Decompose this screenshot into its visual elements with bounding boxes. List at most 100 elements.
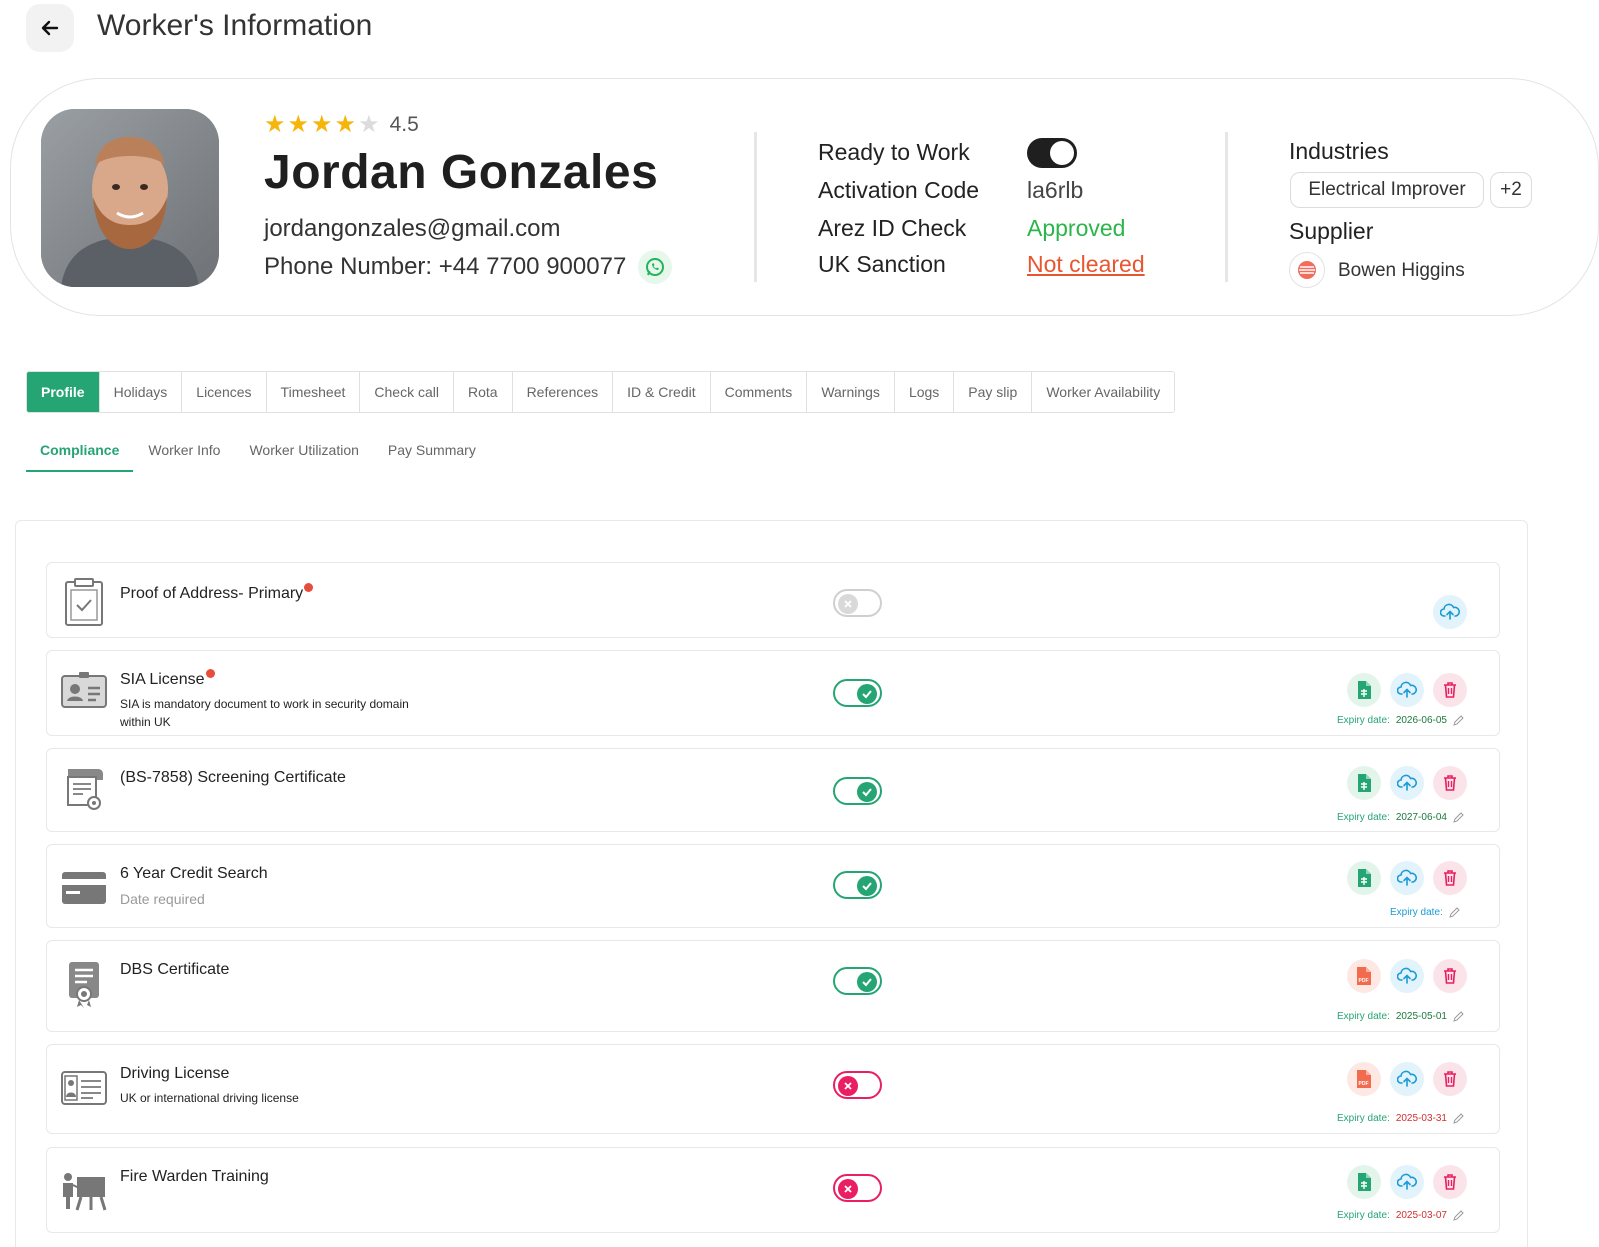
upload-cloud-icon xyxy=(1397,774,1417,791)
upload-button[interactable] xyxy=(1390,1062,1424,1096)
delete-button[interactable] xyxy=(1433,959,1467,993)
expiry-date: Expiry date: xyxy=(1390,907,1460,918)
expiry-value: 2025-03-31 xyxy=(1395,1113,1447,1124)
delete-button[interactable] xyxy=(1433,1165,1467,1199)
tab-profile[interactable]: Profile xyxy=(27,372,100,412)
view-document-button[interactable] xyxy=(1347,673,1381,707)
expiry-date: Expiry date: 2025-03-07 xyxy=(1337,1210,1464,1221)
upload-button[interactable] xyxy=(1390,766,1424,800)
document-icon xyxy=(1358,681,1371,699)
back-button[interactable] xyxy=(26,4,74,52)
whatsapp-button[interactable] xyxy=(638,250,673,284)
upload-button[interactable] xyxy=(1390,959,1424,993)
id-check-value: Approved xyxy=(1027,215,1126,241)
doc-title: (BS-7858) Screening Certificate xyxy=(120,769,346,786)
upload-cloud-icon xyxy=(1397,869,1417,886)
tab-worker-availability[interactable]: Worker Availability xyxy=(1032,372,1175,412)
tab-holidays[interactable]: Holidays xyxy=(99,372,183,412)
upload-button[interactable] xyxy=(1390,861,1424,895)
doc-title-text: SIA License xyxy=(120,671,205,688)
compliance-row: SIA License SIA is mandatory document to… xyxy=(46,650,1500,736)
worker-photo xyxy=(41,109,219,287)
trash-icon xyxy=(1444,1174,1456,1190)
upload-button[interactable] xyxy=(1390,673,1424,707)
page-title: Worker's Information xyxy=(97,9,373,42)
whatsapp-icon xyxy=(646,258,665,276)
edit-pencil-icon[interactable] xyxy=(1453,1113,1464,1124)
id-card-icon xyxy=(61,667,107,713)
delete-button[interactable] xyxy=(1433,1062,1467,1096)
doc-toggle[interactable] xyxy=(833,679,882,707)
tab-check-call[interactable]: Check call xyxy=(360,372,454,412)
doc-title: DBS Certificate xyxy=(120,961,230,978)
tab-pay-slip[interactable]: Pay slip xyxy=(954,372,1033,412)
expiry-label: Expiry date: xyxy=(1337,1210,1390,1221)
trash-icon xyxy=(1444,968,1456,984)
tab-rota[interactable]: Rota xyxy=(453,372,513,412)
uk-sanction-link[interactable]: Not cleared xyxy=(1027,251,1145,278)
tab-id-credit[interactable]: ID & Credit xyxy=(613,372,711,412)
subtab-worker-utilization[interactable]: Worker Utilization xyxy=(235,432,372,472)
supplier-title: Supplier xyxy=(1289,218,1374,244)
driving-license-icon xyxy=(61,1065,107,1111)
doc-toggle[interactable] xyxy=(833,871,882,899)
edit-pencil-icon[interactable] xyxy=(1453,715,1464,726)
tab-comments[interactable]: Comments xyxy=(710,372,808,412)
divider xyxy=(754,132,757,282)
star-icon: ★ xyxy=(264,111,286,138)
back-arrow-icon xyxy=(41,20,59,36)
upload-cloud-icon xyxy=(1397,967,1417,984)
doc-toggle[interactable] xyxy=(833,1174,882,1202)
worker-email: jordangonzales@gmail.com xyxy=(264,215,561,242)
upload-button[interactable] xyxy=(1390,1165,1424,1199)
doc-title: SIA License xyxy=(120,669,215,689)
expiry-date: Expiry date: 2025-03-31 xyxy=(1337,1113,1464,1124)
ready-to-work-toggle[interactable] xyxy=(1027,138,1077,168)
compliance-row: Proof of Address- Primary xyxy=(46,562,1500,638)
subtab-compliance[interactable]: Compliance xyxy=(26,432,134,472)
doc-toggle[interactable] xyxy=(833,589,882,617)
expiry-value: 2027-06-04 xyxy=(1395,812,1447,823)
upload-cloud-icon xyxy=(1440,603,1460,620)
view-document-button[interactable] xyxy=(1347,766,1381,800)
delete-button[interactable] xyxy=(1433,766,1467,800)
edit-pencil-icon[interactable] xyxy=(1453,1011,1464,1022)
document-icon xyxy=(1358,774,1371,792)
toggle-knob xyxy=(1050,141,1074,165)
doc-toggle[interactable] xyxy=(833,1071,882,1099)
supplier-name: Bowen Higgins xyxy=(1338,260,1465,281)
edit-pencil-icon[interactable] xyxy=(1453,812,1464,823)
tab-references[interactable]: References xyxy=(512,372,614,412)
required-badge-icon xyxy=(304,583,314,592)
tab-warnings[interactable]: Warnings xyxy=(807,372,895,412)
tab-logs[interactable]: Logs xyxy=(894,372,955,412)
upload-cloud-icon xyxy=(1397,681,1417,698)
trash-icon xyxy=(1444,775,1456,791)
tab-licences[interactable]: Licences xyxy=(182,372,267,412)
toggle-x-icon xyxy=(838,594,858,614)
tab-timesheet[interactable]: Timesheet xyxy=(266,372,361,412)
view-document-button[interactable] xyxy=(1347,1165,1381,1199)
upload-button[interactable] xyxy=(1433,595,1467,629)
delete-button[interactable] xyxy=(1433,861,1467,895)
expiry-date: Expiry date: 2026-06-05 xyxy=(1337,715,1464,726)
rating-stars: ★ ★ ★ ★ ★ 4.5 xyxy=(264,113,419,137)
view-pdf-button[interactable]: PDF xyxy=(1347,1062,1381,1096)
view-document-button[interactable] xyxy=(1347,861,1381,895)
industry-more-chip[interactable]: +2 xyxy=(1490,172,1532,208)
svg-text:PDF: PDF xyxy=(1359,978,1369,984)
delete-button[interactable] xyxy=(1433,673,1467,707)
subtab-pay-summary[interactable]: Pay Summary xyxy=(374,432,490,472)
expiry-label: Expiry date: xyxy=(1337,1011,1390,1022)
doc-toggle[interactable] xyxy=(833,967,882,995)
toggle-check-icon xyxy=(857,972,877,992)
toggle-check-icon xyxy=(857,876,877,896)
edit-pencil-icon[interactable] xyxy=(1453,1210,1464,1221)
required-badge-icon xyxy=(205,669,215,678)
edit-pencil-icon[interactable] xyxy=(1449,907,1460,918)
activation-code-label: Activation Code xyxy=(818,177,980,203)
divider xyxy=(1225,132,1228,282)
doc-toggle[interactable] xyxy=(833,777,882,805)
view-pdf-button[interactable]: PDF xyxy=(1347,959,1381,993)
subtab-worker-info[interactable]: Worker Info xyxy=(134,432,234,472)
